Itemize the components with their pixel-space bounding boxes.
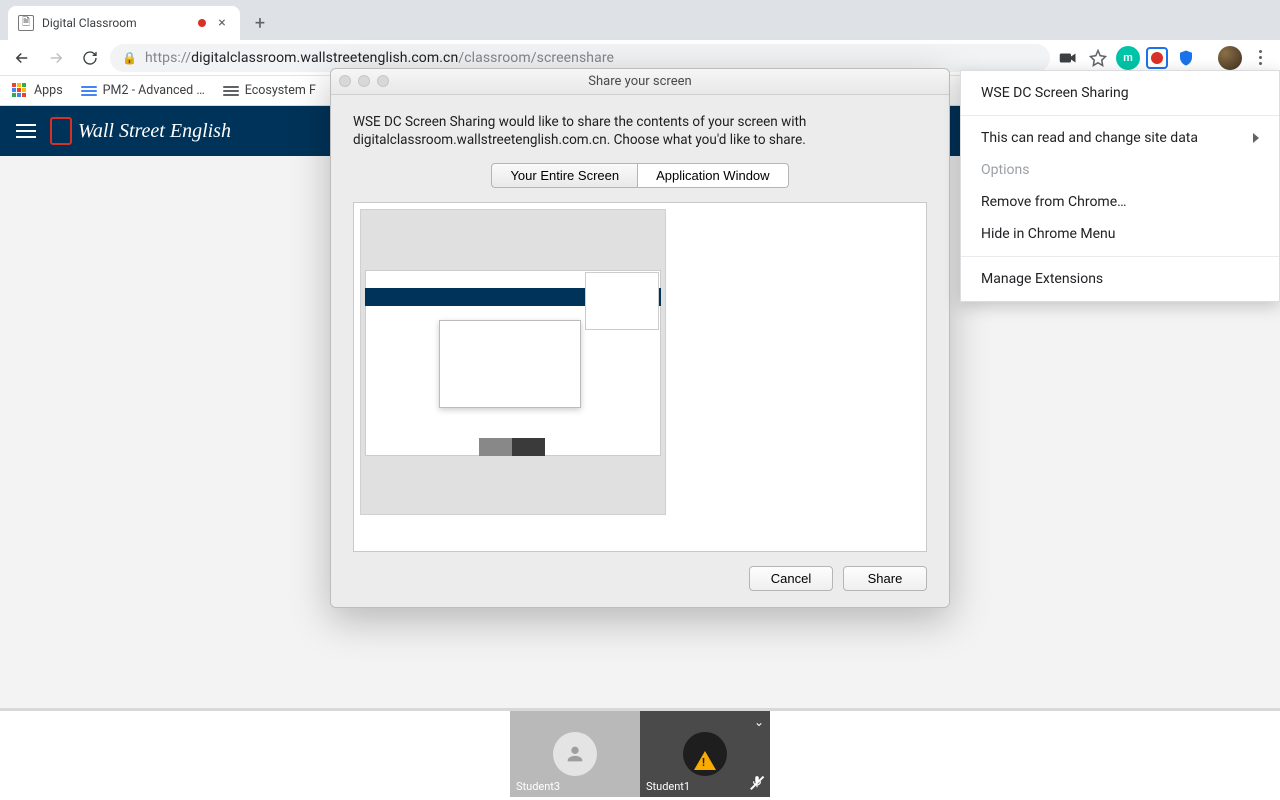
person-icon <box>564 743 586 765</box>
brand-logo[interactable]: Wall Street English <box>50 117 231 145</box>
bookmark-ecosystem[interactable]: Ecosystem F <box>223 83 316 99</box>
new-tab-button[interactable]: + <box>246 9 274 37</box>
apps-icon <box>12 83 28 99</box>
separator <box>961 256 1279 257</box>
brand-text: Wall Street English <box>78 120 231 143</box>
ctx-site-data[interactable]: This can read and change site data <box>961 122 1279 154</box>
share-screen-dialog: Share your screen WSE DC Screen Sharing … <box>330 68 950 608</box>
chevron-right-icon <box>1253 133 1259 143</box>
reload-button[interactable] <box>76 44 104 72</box>
tab-entire-screen[interactable]: Your Entire Screen <box>491 163 638 188</box>
zoom-window-icon[interactable] <box>377 75 389 87</box>
camera-indicator-icon[interactable] <box>1056 46 1080 70</box>
tab-strip: 🗎 Digital Classroom × + <box>0 0 1280 40</box>
screen-thumbnail[interactable] <box>360 209 666 515</box>
bookmark-pm2[interactable]: PM2 - Advanced … <box>81 83 205 99</box>
extension-m-icon[interactable]: m <box>1116 46 1140 70</box>
ctx-extension-name[interactable]: WSE DC Screen Sharing <box>961 77 1279 109</box>
avatar-self <box>683 732 727 776</box>
tab-title: Digital Classroom <box>42 16 190 30</box>
mic-muted-icon[interactable] <box>750 775 764 793</box>
avatar-placeholder <box>553 732 597 776</box>
screen-preview-area <box>353 202 927 552</box>
apps-shortcut[interactable]: Apps <box>12 83 63 99</box>
minimize-window-icon[interactable] <box>358 75 370 87</box>
cancel-button[interactable]: Cancel <box>749 566 833 591</box>
forward-button[interactable] <box>42 44 70 72</box>
chevron-down-icon[interactable]: ⌄ <box>754 715 764 729</box>
share-mode-tabs: Your Entire Screen Application Window <box>353 163 927 188</box>
separator <box>961 115 1279 116</box>
extension-shield-icon[interactable] <box>1174 46 1198 70</box>
dialog-message: WSE DC Screen Sharing would like to shar… <box>353 113 927 149</box>
window-controls[interactable] <box>339 75 389 87</box>
url-text: https://digitalclassroom.wallstreetengli… <box>145 50 614 66</box>
bookmark-star-icon[interactable] <box>1086 46 1110 70</box>
participant-name: Student3 <box>516 780 560 793</box>
dialog-titlebar[interactable]: Share your screen <box>331 69 949 95</box>
tab-application-window[interactable]: Application Window <box>638 163 788 188</box>
share-button[interactable]: Share <box>843 566 927 591</box>
apps-label: Apps <box>34 83 63 98</box>
menu-button[interactable] <box>16 124 36 138</box>
participants-bar: Student3 ⌄ Student1 <box>0 708 1280 800</box>
ctx-hide[interactable]: Hide in Chrome Menu <box>961 218 1279 250</box>
bookmark-label: Ecosystem F <box>245 83 316 98</box>
extension-screenshare-icon[interactable] <box>1146 47 1168 69</box>
warning-icon <box>694 751 716 770</box>
logo-icon <box>50 117 72 145</box>
ctx-remove[interactable]: Remove from Chrome… <box>961 186 1279 218</box>
bookmark-label: PM2 - Advanced … <box>103 83 205 98</box>
browser-menu-button[interactable] <box>1248 50 1272 65</box>
close-window-icon[interactable] <box>339 75 351 87</box>
back-button[interactable] <box>8 44 36 72</box>
participant-tile[interactable]: Student3 <box>510 711 640 797</box>
ctx-options: Options <box>961 154 1279 186</box>
close-tab-icon[interactable]: × <box>214 16 230 30</box>
browser-tab[interactable]: 🗎 Digital Classroom × <box>8 6 240 40</box>
profile-avatar[interactable] <box>1218 46 1242 70</box>
extension-context-menu: WSE DC Screen Sharing This can read and … <box>960 70 1280 302</box>
participant-name: Student1 <box>646 780 690 793</box>
dialog-title: Share your screen <box>588 74 691 89</box>
ctx-manage-extensions[interactable]: Manage Extensions <box>961 263 1279 295</box>
participant-tile-self[interactable]: ⌄ Student1 <box>640 711 770 797</box>
bookmark-icon <box>223 83 239 99</box>
page-icon: 🗎 <box>18 15 34 31</box>
recording-indicator-icon <box>198 19 206 27</box>
bookmark-icon <box>81 83 97 99</box>
lock-icon: 🔒 <box>122 51 137 65</box>
